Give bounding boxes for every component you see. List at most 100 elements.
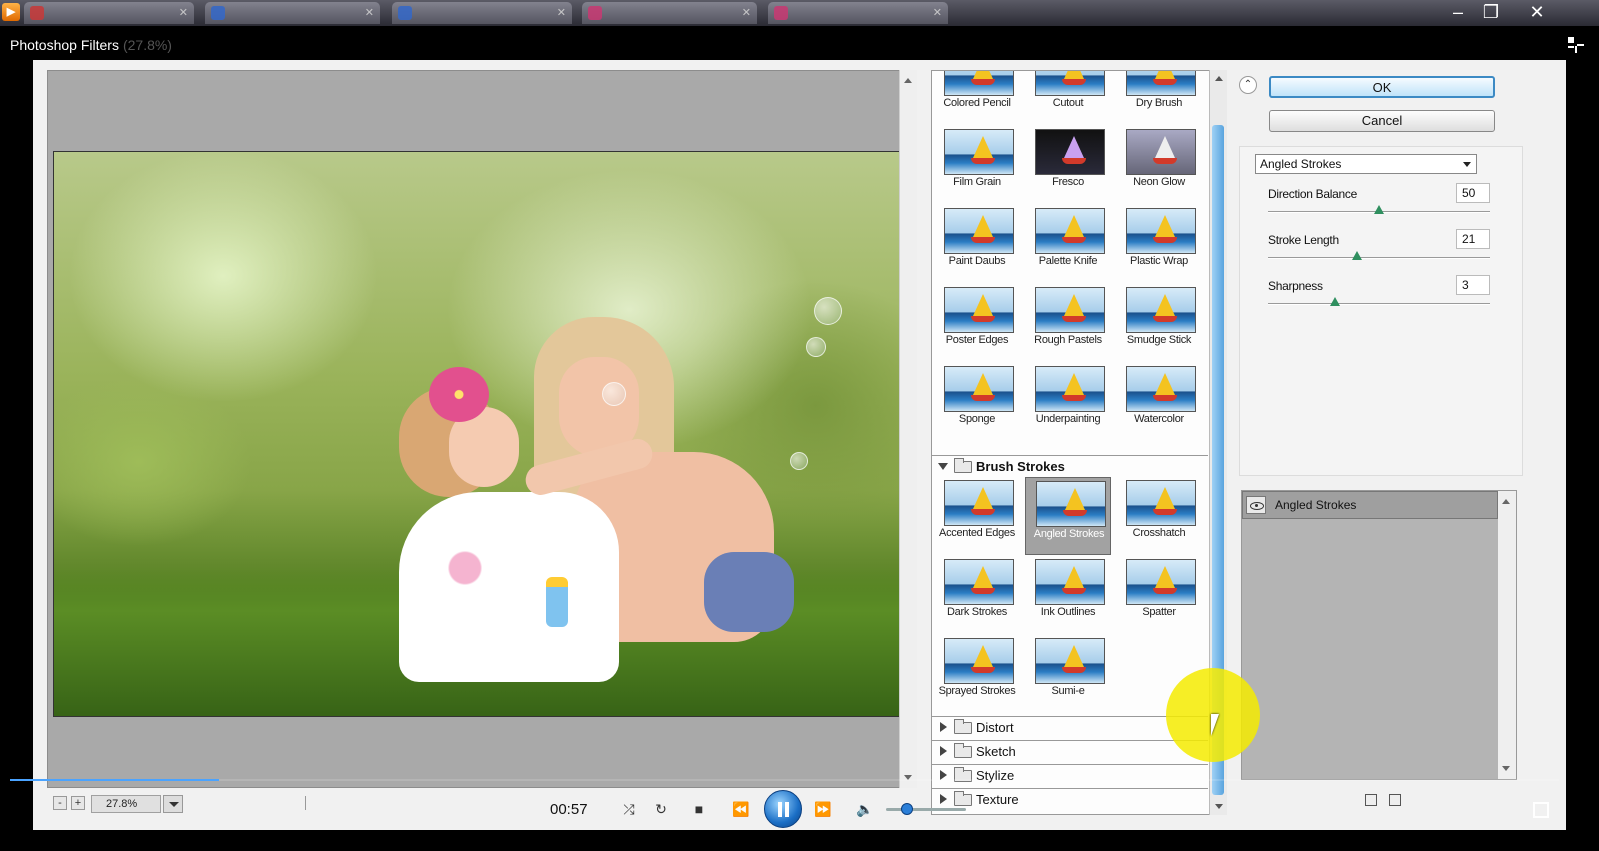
filter-thumbnail[interactable]: Fresco — [1025, 126, 1111, 204]
filter-preview-image — [1035, 638, 1105, 684]
volume-slider[interactable] — [886, 808, 966, 811]
minimize-button[interactable]: ‒ — [1442, 0, 1474, 24]
close-button[interactable]: ✕ — [1521, 0, 1553, 24]
param-slider-thumb[interactable] — [1352, 251, 1362, 260]
stop-button[interactable]: ■ — [688, 800, 710, 818]
effect-layers-panel: Angled Strokes — [1241, 490, 1517, 780]
filter-thumbnail[interactable]: Smudge Stick — [1116, 284, 1202, 362]
filter-thumbnail[interactable]: Dark Strokes — [934, 556, 1020, 634]
layers-scrollbar[interactable] — [1498, 491, 1516, 779]
scroll-up-icon[interactable] — [1502, 499, 1510, 504]
filter-thumbnail[interactable]: Underpainting — [1025, 363, 1111, 441]
close-icon[interactable]: ✕ — [742, 6, 751, 19]
filter-select-dropdown[interactable]: Angled Strokes — [1255, 154, 1477, 174]
filter-thumbnail[interactable]: Spatter — [1116, 556, 1202, 634]
scroll-up-icon[interactable] — [1215, 76, 1223, 81]
filter-thumbnail-label: Film Grain — [953, 176, 1001, 188]
collapse-gallery-button[interactable]: ⌃ — [1239, 76, 1257, 94]
scroll-down-icon[interactable] — [1215, 804, 1223, 809]
filter-thumbnail-label: Plastic Wrap — [1130, 255, 1188, 267]
screen: ▶ ✕ ✕ ✕ ✕ ✕ ‒ ❐ ✕ Photoshop Filters (27.8… — [0, 0, 1599, 851]
filter-thumbnail[interactable]: Neon Glow — [1116, 126, 1202, 204]
cancel-button[interactable]: Cancel — [1269, 110, 1495, 132]
expand-triangle-icon[interactable] — [938, 463, 948, 470]
zoom-out-button[interactable]: - — [53, 796, 67, 810]
expand-triangle-icon[interactable] — [940, 722, 947, 732]
visibility-eye-icon[interactable] — [1246, 496, 1266, 514]
category-stylize[interactable]: Stylize — [932, 764, 1208, 786]
filter-thumbnail[interactable]: Watercolor — [1116, 363, 1202, 441]
filter-thumbnail-label: Sumi-e — [1051, 685, 1085, 697]
preview-image[interactable] — [53, 151, 901, 717]
shuffle-icon[interactable]: ⤮ — [618, 800, 640, 818]
rewind-button[interactable]: ⏪ — [730, 800, 752, 818]
filter-thumbnail[interactable]: Poster Edges — [934, 284, 1020, 362]
video-progress-bar[interactable] — [10, 779, 1559, 781]
scroll-up-icon[interactable] — [904, 78, 912, 83]
close-icon[interactable]: ✕ — [557, 6, 566, 19]
repeat-icon[interactable]: ↻ — [650, 800, 672, 818]
close-icon[interactable]: ✕ — [179, 6, 188, 19]
param-value-input[interactable]: 21 — [1456, 229, 1490, 249]
effect-layer-row[interactable]: Angled Strokes — [1242, 491, 1498, 519]
expand-triangle-icon[interactable] — [940, 794, 947, 804]
preview-vertical-scrollbar[interactable] — [899, 70, 917, 788]
filter-thumbnail[interactable]: Crosshatch — [1116, 477, 1202, 555]
param-slider-thumb[interactable] — [1374, 205, 1384, 214]
photo-bubble — [602, 382, 626, 406]
param-value-input[interactable]: 3 — [1456, 275, 1490, 295]
filter-thumbnail[interactable]: Cutout — [1025, 71, 1111, 125]
filter-thumbnail[interactable]: Angled Strokes — [1025, 477, 1111, 555]
close-icon[interactable]: ✕ — [365, 6, 374, 19]
volume-icon[interactable]: 🔈 — [854, 800, 876, 818]
filter-thumbnail[interactable]: Paint Daubs — [934, 205, 1020, 283]
filter-thumbnail[interactable]: Sponge — [934, 363, 1020, 441]
preview-panel[interactable] — [47, 70, 907, 788]
volume-knob[interactable] — [901, 803, 913, 815]
category-brush-strokes[interactable]: Brush Strokes — [932, 455, 1208, 477]
window-title: Photoshop Filters (27.8%) — [10, 37, 172, 53]
filter-thumbnail[interactable]: Dry Brush — [1116, 71, 1202, 125]
close-icon[interactable]: ✕ — [933, 6, 942, 19]
filter-thumbnail[interactable]: Ink Outlines — [1025, 556, 1111, 634]
filter-thumbnail[interactable]: Film Grain — [934, 126, 1020, 204]
fullscreen-icon[interactable] — [1533, 802, 1549, 818]
filter-thumbnail-label: Sponge — [958, 413, 996, 425]
browser-tab[interactable]: ✕ — [768, 2, 948, 24]
photo-jeans — [704, 552, 794, 632]
delete-effect-layer-icon[interactable] — [1389, 794, 1401, 806]
zoom-in-button[interactable]: + — [71, 796, 85, 810]
ok-button[interactable]: OK — [1269, 76, 1495, 98]
expand-triangle-icon[interactable] — [940, 746, 947, 756]
filter-thumbnail[interactable]: Sumi-e — [1025, 635, 1111, 713]
filter-thumbnail[interactable]: Accented Edges — [934, 477, 1020, 555]
filter-thumbnail-label: Colored Pencil — [943, 97, 1011, 109]
scroll-down-icon[interactable] — [1502, 766, 1510, 771]
new-effect-layer-icon[interactable] — [1365, 794, 1377, 806]
param-slider-track[interactable] — [1268, 257, 1490, 259]
maximize-button[interactable]: ❐ — [1475, 0, 1507, 24]
zoom-level[interactable]: 27.8% — [91, 795, 161, 813]
param-slider-thumb[interactable] — [1330, 297, 1340, 306]
filter-thumbnail[interactable]: Colored Pencil — [934, 71, 1020, 125]
filter-thumbnail-label: Accented Edges — [939, 527, 1015, 539]
filter-preview-image — [1035, 129, 1105, 175]
browser-tab[interactable]: ✕ — [24, 2, 194, 24]
browser-tab[interactable]: ✕ — [205, 2, 380, 24]
filter-thumbnail[interactable]: Rough Pastels — [1025, 284, 1111, 362]
filter-thumbnail[interactable]: Palette Knife — [1025, 205, 1111, 283]
param-slider-track[interactable] — [1268, 303, 1490, 305]
filter-thumbnail[interactable]: Plastic Wrap — [1116, 205, 1202, 283]
browser-tab[interactable]: ✕ — [582, 2, 757, 24]
category-texture[interactable]: Texture — [932, 788, 1208, 810]
tab-favicon-icon — [211, 6, 225, 20]
pause-button[interactable] — [764, 790, 802, 828]
browser-tab-active[interactable]: ✕ — [392, 2, 572, 24]
forward-button[interactable]: ⏩ — [812, 800, 834, 818]
filter-thumbnail-label: Paint Daubs — [948, 255, 1006, 267]
expand-icon[interactable] — [1567, 36, 1585, 54]
filter-thumbnail[interactable]: Sprayed Strokes — [934, 635, 1020, 713]
zoom-dropdown-button[interactable] — [163, 795, 183, 813]
param-value-input[interactable]: 50 — [1456, 183, 1490, 203]
category-sketch[interactable]: Sketch — [932, 740, 1208, 762]
